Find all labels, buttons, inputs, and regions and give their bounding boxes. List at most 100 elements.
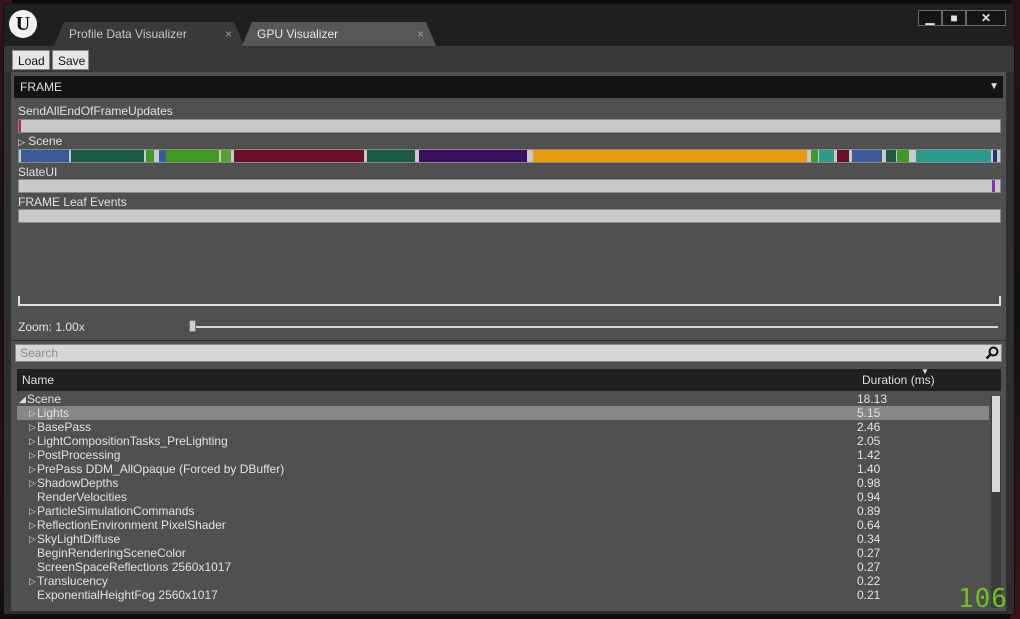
list-item[interactable]: ScreenSpaceReflections 2560x1017 0.27 [17,560,989,574]
expand-arrow-icon[interactable]: ▷ [29,504,36,518]
row-name: RenderVelocities [37,490,128,504]
event-segment[interactable] [811,150,818,162]
list-item[interactable]: ▷ BasePass 2.46 [17,420,989,434]
event-segment[interactable] [886,150,896,162]
list-item[interactable]: ▷ ParticleSimulationCommands 0.89 [17,504,989,518]
list-header: Name ▼ Duration (ms) [17,367,1001,391]
row-duration: 1.40 [857,462,881,476]
track-bar-scene[interactable] [18,149,1001,163]
list-item[interactable]: BeginRenderingSceneColor 0.27 [17,546,989,560]
list-item[interactable]: ▷ LightCompositionTasks_PreLighting 2.05 [17,434,989,448]
expand-arrow-icon[interactable]: ▷ [29,462,36,476]
gpu-visualizer-window: U Profile Data Visualizer × GPU Visualiz… [3,3,1015,615]
row-name: Scene [27,392,62,406]
track-label-leaf: FRAME Leaf Events [18,195,127,209]
expand-arrow-icon[interactable]: ▷ [29,406,36,420]
fps-counter: 106 [958,584,1008,614]
list-item[interactable]: RenderVelocities 0.94 [17,490,989,504]
unreal-logo-icon: U [9,10,37,38]
list-item[interactable]: ▷ ReflectionEnvironment PixelShader 0.64 [17,518,989,532]
event-segment[interactable] [234,150,364,162]
expand-arrow-icon[interactable]: ▷ [29,574,36,588]
event-segment[interactable] [21,150,69,162]
event-segment[interactable] [367,150,415,162]
event-segment[interactable] [837,150,849,162]
expand-arrow-icon[interactable]: ▷ [29,518,36,532]
row-duration: 0.21 [857,588,881,602]
load-button[interactable]: Load [12,50,50,70]
maximize-button[interactable]: ■ [942,10,966,26]
expand-arrow-icon[interactable]: ▷ [18,137,25,147]
track-bar-slate[interactable] [18,179,1001,193]
event-segment[interactable] [419,150,527,162]
list-item[interactable]: ▷ PostProcessing 1.42 [17,448,989,462]
expand-arrow-icon[interactable]: ▷ [29,448,36,462]
expand-arrow-icon[interactable]: ▷ [29,532,36,546]
event-segment[interactable] [852,150,882,162]
event-segment[interactable] [993,150,997,162]
list-scrollbar[interactable] [991,396,1001,608]
zoom-label: Zoom: 1.00x [18,320,85,334]
row-name: PostProcessing [37,448,121,462]
track-label-scene[interactable]: ▷ Scene [18,134,62,148]
event-segment[interactable] [916,150,991,162]
row-duration: 0.64 [857,518,881,532]
list-item[interactable]: ▷ Translucency 0.22 [17,574,989,588]
row-duration: 1.42 [857,448,881,462]
frame-dropdown-value: FRAME [20,80,62,94]
row-duration: 5.15 [857,406,881,420]
tab-label: GPU Visualizer [257,27,339,41]
list-item[interactable]: ExponentialHeightFog 2560x1017 0.21 [17,588,989,602]
event-segment[interactable] [166,150,219,162]
event-segment[interactable] [146,150,154,162]
event-segment[interactable] [19,120,21,132]
row-name: PrePass DDM_AllOpaque (Forced by DBuffer… [37,462,285,476]
row-name: BasePass [37,420,92,434]
search-input[interactable] [20,345,970,361]
close-icon[interactable]: × [225,22,232,46]
tab-profile-data-visualizer[interactable]: Profile Data Visualizer × [54,22,244,46]
row-name: ExponentialHeightFog 2560x1017 [37,588,218,602]
title-bar[interactable]: U Profile Data Visualizer × GPU Visualiz… [4,4,1014,46]
expand-arrow-icon[interactable]: ▷ [29,476,36,490]
expand-arrow-icon[interactable]: ▷ [29,434,36,448]
toolbar: Load Save [4,46,1014,72]
expand-arrow-icon[interactable]: ▷ [29,420,36,434]
event-segment[interactable] [992,180,995,192]
event-segment[interactable] [897,150,909,162]
column-header-name[interactable]: Name [22,373,54,387]
column-header-duration[interactable]: Duration (ms) [862,373,935,387]
scrollbar-thumb[interactable] [992,396,1000,492]
save-button[interactable]: Save [52,50,89,70]
event-segment[interactable] [533,150,807,162]
search-box[interactable] [15,344,1002,362]
row-name: LightCompositionTasks_PreLighting [37,434,228,448]
search-icon[interactable] [985,346,999,360]
track-bar-send-all[interactable] [18,119,1001,133]
row-name: BeginRenderingSceneColor [37,546,186,560]
frame-dropdown[interactable]: FRAME ▼ [14,76,1003,98]
zoom-slider-thumb[interactable] [189,320,196,332]
track-bar-leaf[interactable] [18,209,1001,223]
zoom-slider-track[interactable] [194,326,998,328]
tab-gpu-visualizer[interactable]: GPU Visualizer × [242,22,436,46]
expand-arrow-icon[interactable]: ◢ [19,392,26,406]
list-item[interactable]: ▷ PrePass DDM_AllOpaque (Forced by DBuffe… [17,462,989,476]
close-window-button[interactable]: ✕ [966,10,1006,26]
list-item[interactable]: ▷ SkyLightDiffuse 0.34 [17,532,989,546]
track-label-text: Scene [28,134,63,148]
row-duration: 2.46 [857,420,881,434]
list-item[interactable]: ◢ Scene 18.13 [17,392,989,406]
chevron-down-icon: ▼ [989,81,999,92]
close-icon[interactable]: × [417,22,424,46]
timeline-range-bracket [18,296,1001,306]
list-item[interactable]: ▷ ShadowDepths 0.98 [17,476,989,490]
event-segment[interactable] [819,150,834,162]
row-duration: 0.27 [857,546,881,560]
list-item[interactable]: ▷ Lights 5.15 [17,406,989,420]
row-name: ParticleSimulationCommands [37,504,195,518]
row-duration: 0.94 [857,490,881,504]
event-segment[interactable] [71,150,144,162]
event-segment[interactable] [221,150,231,162]
minimize-button[interactable]: ▁ [918,10,942,26]
